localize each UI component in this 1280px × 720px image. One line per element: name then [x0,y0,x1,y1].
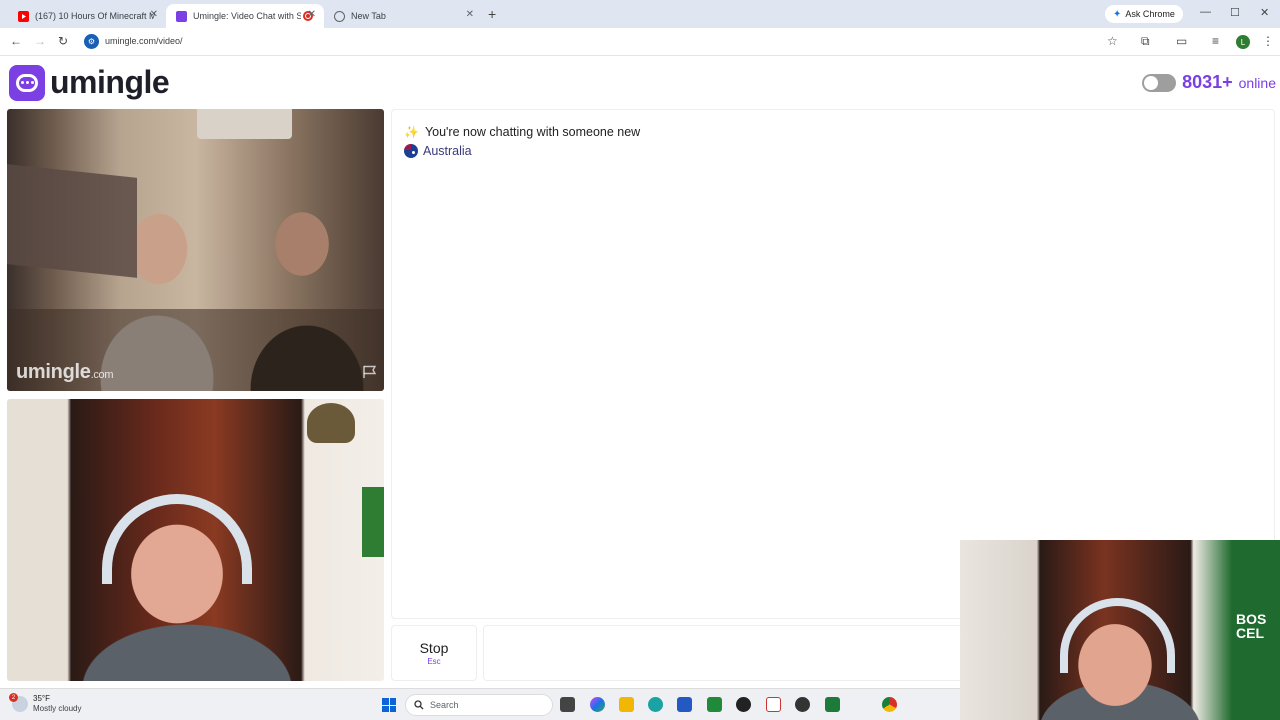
logo-text: umingle [50,64,170,100]
stop-shortcut: Esc [427,657,441,666]
obs-icon[interactable] [795,697,810,712]
tab-title: Umingle: Video Chat with S [193,11,301,21]
bookmark-star-icon[interactable]: ☆ [1107,34,1118,48]
umingle-watermark: umingle.com [16,361,114,384]
back-icon[interactable]: ← [10,34,22,48]
search-icon [414,700,424,710]
watermark-suffix: .com [90,369,114,381]
cast-icon[interactable]: ▭ [1176,34,1187,48]
address-bar[interactable]: ⚙ umingle.com/video/ [80,31,1130,53]
close-icon[interactable]: ✕ [466,9,474,20]
taskbar-search[interactable]: Search [405,694,553,716]
message-input[interactable] [483,625,963,681]
close-icon[interactable]: ✕ [308,9,316,20]
extensions-icon[interactable]: ⧉ [1141,34,1150,49]
video-background [362,487,384,557]
reload-icon[interactable]: ↻ [58,34,68,48]
report-flag-icon[interactable] [362,365,378,379]
weather-badge: 2 [9,693,18,702]
australia-flag-icon [404,144,418,158]
minimize-icon[interactable]: — [1200,6,1211,18]
ask-chrome-label: Ask Chrome [1125,9,1175,19]
country-message: Australia [404,144,472,158]
file-explorer-icon[interactable] [619,697,634,712]
stop-button[interactable]: Stop Esc [391,625,477,681]
ask-chrome-button[interactable]: ✦ Ask Chrome [1105,5,1183,23]
obs-icon[interactable] [736,697,751,712]
temperature: 35°F [33,694,50,703]
task-view-icon[interactable] [560,697,575,712]
media-controls-icon[interactable]: ≡ [1212,34,1219,48]
video-background [1060,598,1175,673]
video-background [7,164,137,278]
tab-umingle[interactable]: Umingle: Video Chat with S ✕ [166,4,324,28]
online-toggle[interactable] [1142,73,1177,92]
edge-icon[interactable] [648,697,663,712]
tab-new-tab[interactable]: New Tab ✕ [324,4,482,28]
banner-text: BOS CEL [1236,611,1267,641]
weather-condition: Mostly cloudy [33,704,82,713]
browser-toolbar: ← → ↻ ⚙ umingle.com/video/ ☆ ⧉ ▭ ≡ ⋮ [0,28,1280,56]
store-icon[interactable] [677,697,692,712]
chat-bubble-logo-icon [9,64,45,101]
xbox-icon[interactable] [825,697,840,712]
forward-icon[interactable]: → [34,34,46,48]
umingle-logo[interactable]: umingle [9,64,170,101]
online-count: 8031+ [1182,72,1233,92]
menu-kebab-icon[interactable]: ⋮ [1262,34,1274,48]
video-background [102,494,252,584]
weather-widget[interactable]: 2 35°F Mostly cloudy [9,693,82,714]
country-text: Australia [423,144,472,158]
self-video [7,399,384,681]
profile-avatar[interactable]: L [1236,35,1250,49]
video-background [307,403,355,443]
taskbar: 2 35°F Mostly cloudy Search [0,688,960,720]
tab-title: New Tab [351,11,386,21]
youtube-icon [18,10,29,22]
chat-status-message: ✨ You're now chatting with someone new [404,125,640,139]
chrome-icon[interactable] [882,697,897,712]
online-indicator: 8031+ online [1142,72,1276,93]
maximize-icon[interactable]: ☐ [1230,6,1240,19]
site-info-icon[interactable]: ⚙ [84,34,99,49]
sparkle-icon: ✨ [404,125,419,139]
chat-status-text: You're now chatting with someone new [424,125,641,139]
online-label: online [1238,74,1276,91]
webcam-overlay: BOS CEL [960,540,1280,720]
new-tab-button[interactable]: + [488,6,496,22]
video-background [197,109,292,139]
window-close-icon[interactable]: ✕ [1260,6,1269,19]
umingle-icon [176,10,187,22]
windows-start-icon[interactable] [382,698,396,712]
watermark-text: umingle [16,361,91,383]
url-text: umingle.com/video/ [105,36,183,46]
cloud-icon: 2 [9,693,28,712]
close-icon[interactable]: ✕ [150,9,158,20]
tab-youtube[interactable]: (167) 10 Hours Of Minecraft M ✕ [8,4,166,28]
stranger-video: umingle.com [7,109,384,391]
chrome-icon [334,10,345,22]
copilot-icon[interactable] [590,697,605,712]
tab-title: (167) 10 Hours Of Minecraft M [35,11,155,21]
gemini-sparkle-icon: ✦ [1113,8,1122,20]
stop-label: Stop [419,640,449,656]
photos-icon[interactable] [766,697,781,712]
app-icon[interactable] [707,697,722,712]
search-placeholder: Search [430,700,459,710]
tab-strip: (167) 10 Hours Of Minecraft M ✕ Umingle:… [0,0,1280,28]
